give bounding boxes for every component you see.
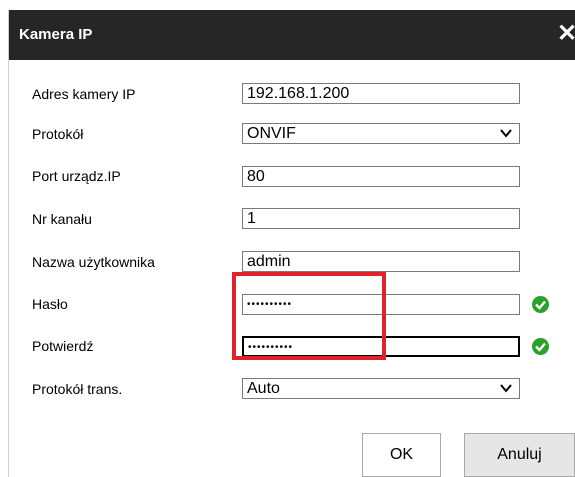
- port-label: Port urządz.IP: [32, 168, 121, 184]
- ip-camera-dialog: Kamera IP ✕: [8, 10, 575, 477]
- password-label: Hasło: [32, 296, 68, 312]
- username-label: Nazwa użytkownika: [32, 254, 155, 270]
- channel-label: Nr kanału: [32, 211, 92, 227]
- transport-select[interactable]: Auto: [242, 378, 520, 399]
- username-value: admin: [247, 253, 291, 270]
- protocol-label: Protokół: [32, 126, 84, 142]
- port-value: 80: [247, 168, 265, 185]
- ip-value: 192.168.1.200: [247, 85, 350, 102]
- ip-field[interactable]: 192.168.1.200: [242, 83, 520, 104]
- check-circle-icon: [532, 338, 549, 355]
- ok-button[interactable]: OK: [362, 433, 441, 477]
- cancel-button[interactable]: Anuluj: [464, 433, 575, 477]
- protocol-value: ONVIF: [247, 125, 296, 142]
- close-icon[interactable]: ✕: [557, 21, 575, 47]
- channel-value: 1: [247, 210, 256, 227]
- chevron-down-icon: [499, 381, 513, 400]
- highlight-box: [232, 272, 386, 360]
- titlebar: Kamera IP ✕: [9, 10, 575, 60]
- protocol-select[interactable]: ONVIF: [242, 123, 520, 144]
- port-field[interactable]: 80: [242, 166, 520, 187]
- ip-label: Adres kamery IP: [32, 86, 136, 102]
- transport-label: Protokół trans.: [32, 381, 123, 397]
- channel-field[interactable]: 1: [242, 208, 520, 229]
- username-field[interactable]: admin: [242, 251, 520, 272]
- check-circle-icon: [532, 296, 549, 313]
- dialog-title: Kamera IP: [19, 26, 93, 43]
- chevron-down-icon: [499, 126, 513, 145]
- confirm-label: Potwierdź: [32, 338, 94, 354]
- transport-value: Auto: [247, 380, 280, 397]
